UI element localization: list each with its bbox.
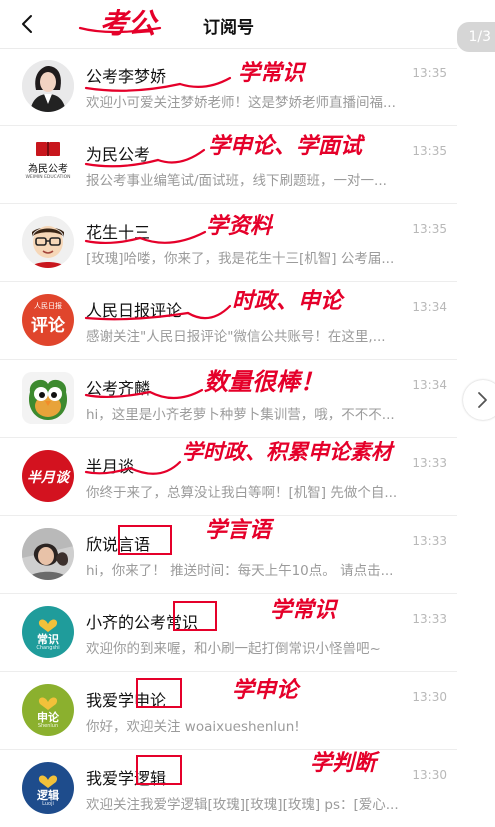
handwritten-note: 时政、申论 — [232, 288, 343, 314]
next-page-button[interactable] — [463, 380, 495, 420]
timestamp: 13:30 — [412, 768, 447, 782]
message-preview: [玫瑰]哈喽，你来了，我是花生十三[机智] 公考届... — [86, 251, 395, 267]
message-preview: 欢迎你的到来喔，和小刷一起打倒常识小怪兽吧~ — [86, 641, 381, 657]
handwritten-note: 学时政、积累申论素材 — [182, 439, 392, 464]
list-item[interactable]: 公考李梦娇 13:35 欢迎小可爱关注梦娇老师！这是梦娇老师直播间福... — [0, 48, 457, 126]
account-name: 半月谈 — [86, 457, 135, 476]
logo-subtext: WEIMIN EDUCATION — [25, 175, 71, 180]
handwritten-note: 学申论、学面试 — [208, 133, 363, 159]
portrait-woman-icon — [22, 60, 74, 112]
avatar: 逻辑 Luoji — [22, 762, 74, 814]
message-preview: 欢迎关注我爱学逻辑[玫瑰][玫瑰][玫瑰] ps：[爱心... — [86, 797, 399, 813]
message-preview: 你终于来了，总算没让我白等啊！[机智] 先做个自... — [86, 485, 398, 501]
handwritten-note: 数量很棒！ — [204, 367, 324, 396]
timestamp: 13:33 — [412, 612, 447, 626]
message-preview: hi，这里是小齐老萝卜种萝卜集训营，哦，不不不... — [86, 407, 395, 423]
account-name: 公考齐麟 — [86, 379, 151, 398]
avatar — [22, 372, 74, 424]
highlight-box — [173, 601, 217, 631]
account-name: 为民公考 — [86, 145, 151, 164]
timestamp: 13:35 — [412, 66, 447, 80]
timestamp: 13:30 — [412, 690, 447, 704]
avatar — [22, 528, 74, 580]
timestamp: 13:35 — [412, 222, 447, 236]
nav-bar: 订阅号 — [0, 0, 457, 49]
avatar: 為民公考 WEIMIN EDUCATION — [22, 138, 74, 190]
highlight-box — [136, 755, 182, 785]
timestamp: 13:34 — [412, 300, 447, 314]
page-indicator: 1/3 — [457, 22, 495, 52]
avatar: 半月谈 — [22, 450, 74, 502]
account-name: 人民日报评论 — [86, 301, 183, 320]
logo-subtext: Shenlun — [37, 723, 59, 729]
logo-subtext: Luoji — [42, 801, 54, 807]
chevron-right-icon — [478, 392, 487, 408]
handwritten-note: 学判断 — [310, 750, 377, 776]
logo-text: 半月谈 — [27, 470, 69, 486]
handwritten-note: 学申论 — [232, 677, 299, 703]
title-annotation: 考公 — [100, 7, 157, 40]
timestamp: 13:33 — [412, 534, 447, 548]
highlight-box — [118, 525, 172, 555]
page-title: 订阅号 — [203, 18, 254, 38]
avatar — [22, 216, 74, 268]
avatar — [22, 60, 74, 112]
logo-subtext: Changshi — [36, 645, 60, 651]
list-item[interactable]: 申论 Shenlun 我爱学申论 13:30 你好，欢迎关注 woaixuesh… — [0, 672, 457, 750]
highlight-box — [136, 678, 182, 708]
avatar: 人民日报 评论 — [22, 294, 74, 346]
timestamp: 13:35 — [412, 144, 447, 158]
message-preview: hi，你来了！ 推送时间：每天上午10点。 请点击... — [86, 563, 394, 579]
account-name: 花生十三 — [86, 223, 151, 242]
logo-text: 评论 — [31, 316, 65, 336]
message-preview: 你好，欢迎关注 woaixueshenlun! — [86, 719, 300, 735]
message-preview: 欢迎小可爱关注梦娇老师！这是梦娇老师直播间福... — [86, 95, 396, 111]
message-preview: 报公考事业编笔试/面试班，线下刷题班，一对一... — [86, 173, 387, 189]
timestamp: 13:33 — [412, 456, 447, 470]
list-item[interactable]: 常识 Changshi 小齐的公考常识 13:33 欢迎你的到来喔，和小刷一起打… — [0, 594, 457, 672]
list-item[interactable]: 人民日报 评论 人民日报评论 13:34 感谢关注"人民日报评论"微信公共账号！… — [0, 282, 457, 360]
logo-top-text: 人民日报 — [34, 302, 62, 310]
logo-text: 為民公考 — [28, 164, 68, 175]
handwritten-note: 学常识 — [238, 60, 305, 86]
message-preview: 感谢关注"人民日报评论"微信公共账号！在这里,... — [86, 329, 386, 345]
avatar: 申论 Shenlun — [22, 684, 74, 736]
owl-mascot-icon — [22, 372, 74, 424]
portrait-photo-icon — [22, 528, 74, 580]
handwritten-note: 学言语 — [205, 517, 272, 543]
avatar: 常识 Changshi — [22, 606, 74, 658]
timestamp: 13:34 — [412, 378, 447, 392]
list-item[interactable]: 逻辑 Luoji 我爱学逻辑 13:30 欢迎关注我爱学逻辑[玫瑰][玫瑰][玫… — [0, 750, 457, 827]
account-name: 公考李梦娇 — [86, 67, 167, 86]
cartoon-man-icon — [22, 216, 74, 268]
handwritten-note: 学资料 — [206, 213, 273, 239]
handwritten-note: 学常识 — [270, 597, 337, 623]
